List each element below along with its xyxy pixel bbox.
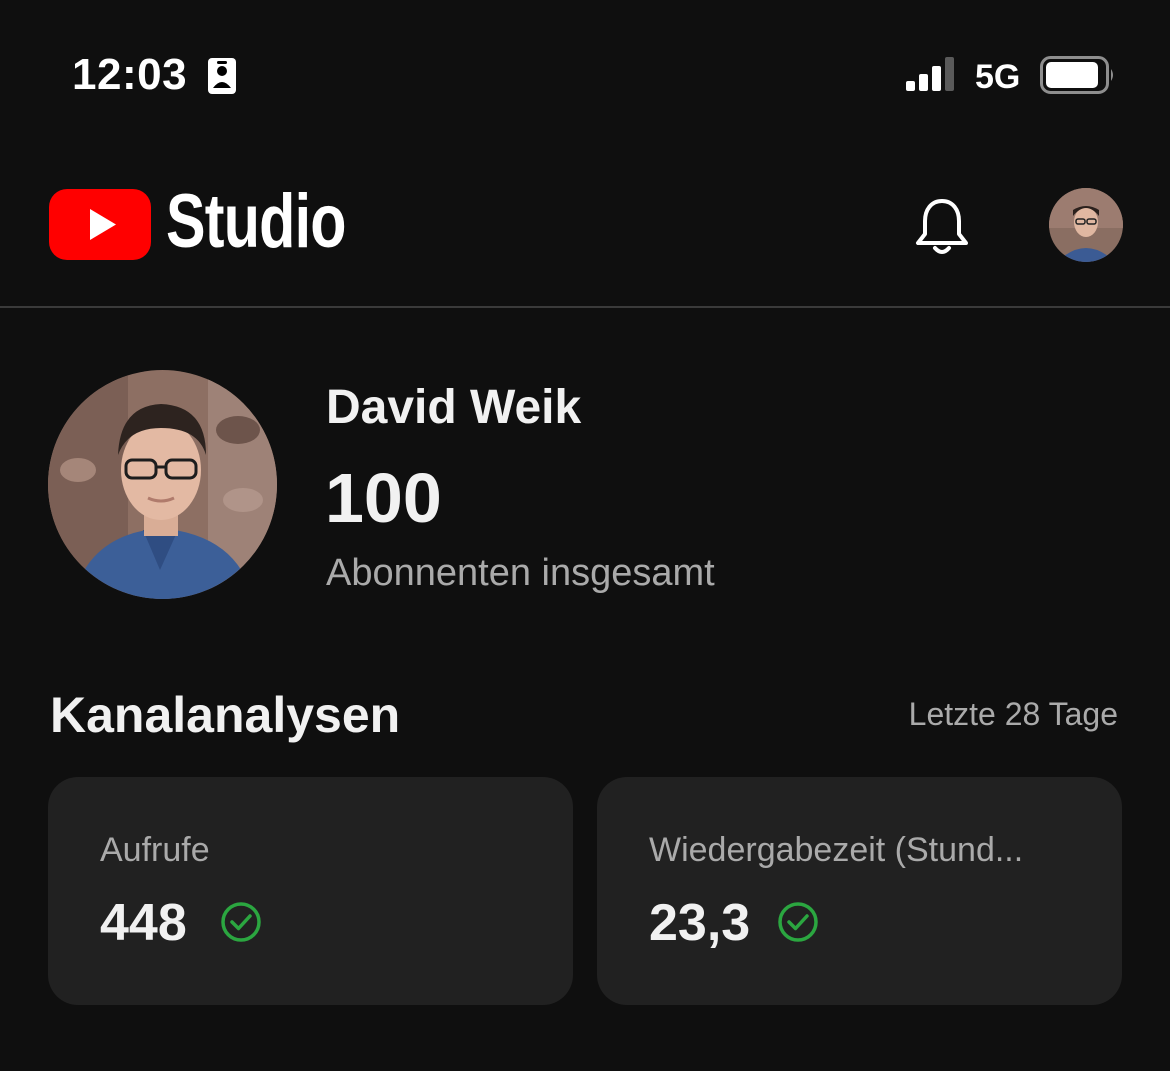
- check-circle-icon: [221, 902, 261, 942]
- metric-card-watch-time[interactable]: Wiedergabezeit (Stund... 23,3: [597, 777, 1122, 1005]
- metric-value: 23,3: [649, 894, 751, 952]
- subscriber-label: Abonnenten insgesamt: [326, 552, 715, 594]
- check-circle-icon: [778, 902, 818, 942]
- profile-avatar[interactable]: [1049, 188, 1123, 262]
- status-time: 12:03: [72, 50, 188, 99]
- metric-value: 448: [100, 894, 187, 952]
- battery-icon: [1040, 56, 1113, 94]
- contact-icon: [208, 58, 236, 94]
- channel-name: David Weik: [326, 381, 582, 434]
- app-header: Studio: [0, 140, 1170, 308]
- channel-avatar-photo: [48, 370, 277, 599]
- network-type: 5G: [975, 58, 1021, 96]
- analytics-title: Kanalanalysen: [50, 687, 401, 743]
- metric-label: Aufrufe: [100, 831, 210, 869]
- bell-icon[interactable]: [914, 196, 970, 258]
- metric-label: Wiedergabezeit (Stund...: [649, 831, 1024, 869]
- avatar-photo: [1049, 188, 1123, 262]
- youtube-play-icon[interactable]: [49, 189, 151, 260]
- brand-title[interactable]: Studio: [166, 184, 346, 260]
- signal-icon: [906, 57, 954, 91]
- subscriber-count: 100: [325, 459, 442, 537]
- analytics-period: Letzte 28 Tage: [908, 696, 1118, 732]
- channel-avatar[interactable]: [48, 370, 277, 599]
- status-bar: 12:03 5G: [0, 0, 1170, 140]
- metric-card-views[interactable]: Aufrufe 448: [48, 777, 573, 1005]
